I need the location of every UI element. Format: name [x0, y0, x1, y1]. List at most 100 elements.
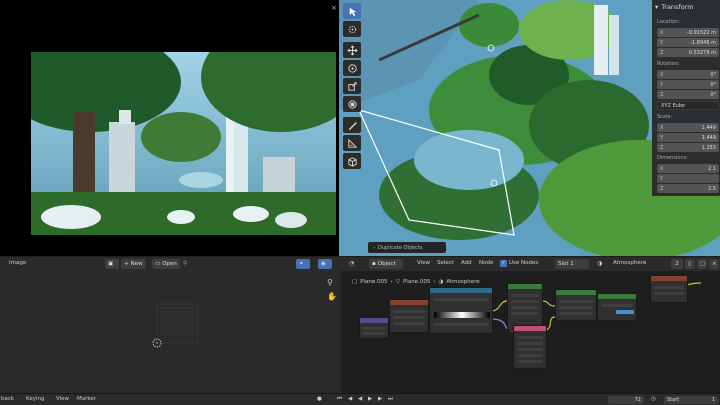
scale-x-field[interactable]: X 1.449	[657, 123, 719, 132]
rotate-icon[interactable]	[343, 60, 361, 76]
chevron-right-icon: ›	[390, 278, 393, 285]
location-x-field[interactable]: X -0.91522 m	[657, 28, 719, 37]
breadcrumb-mesh-icon: ▽	[395, 278, 400, 285]
chevron-down-icon: ▾	[655, 2, 659, 11]
image-menu[interactable]: Image	[9, 260, 26, 266]
jump-start-icon[interactable]: ⏮	[337, 396, 342, 403]
transform-icon[interactable]	[343, 96, 361, 112]
rotation-mode-select[interactable]: XYZ Euler	[657, 101, 719, 110]
node-mapping[interactable]	[359, 317, 389, 339]
new-image-button[interactable]: + New	[121, 259, 146, 269]
unlink-icon[interactable]: ×	[709, 259, 719, 269]
node-math[interactable]	[513, 325, 547, 369]
render-view: ×	[0, 0, 339, 256]
keying-menu[interactable]: Keying	[26, 396, 44, 402]
editor-type-icon[interactable]: ◔	[349, 260, 354, 267]
breadcrumb-item[interactable]: Plane.005	[403, 279, 430, 285]
slot-select[interactable]: Slot 1	[555, 259, 589, 269]
scale-z-field[interactable]: Z 1.253	[657, 143, 719, 152]
node-texture-coordinate[interactable]	[389, 299, 429, 333]
rotation-y-field[interactable]: Y 0°	[657, 80, 719, 89]
current-frame-field[interactable]: 72	[608, 396, 644, 404]
node-mix-shader[interactable]	[597, 293, 637, 321]
rotation-x-field[interactable]: X 0°	[657, 70, 719, 79]
select-icon[interactable]	[343, 3, 361, 19]
menu-select[interactable]: Select	[437, 260, 454, 266]
reverse-play-icon[interactable]: ◀	[358, 396, 362, 402]
start-frame-field[interactable]: Start 1	[664, 396, 718, 404]
breadcrumb-item[interactable]: Atmosphere	[446, 279, 479, 285]
node-volume-scatter[interactable]	[555, 289, 597, 321]
measure-icon[interactable]	[343, 135, 361, 151]
object-mode-select[interactable]: ▪ Object	[369, 259, 403, 269]
breadcrumb-item[interactable]: Plane.005	[360, 279, 387, 285]
breadcrumb-material-icon: ◑	[438, 278, 444, 285]
transform-panel-header[interactable]: ▾ Transform	[652, 0, 720, 13]
operator-name: Duplicate Objects	[378, 244, 423, 251]
use-nodes-label: Use Nodes	[509, 260, 539, 266]
image-editor-canvas[interactable]: ⚲ ✋	[0, 271, 341, 393]
breadcrumb-object-icon: ▢	[352, 278, 358, 285]
menu-node[interactable]: Node	[479, 260, 493, 266]
menu-view[interactable]: View	[417, 260, 430, 266]
folder-icon: ▭	[155, 261, 161, 267]
next-keyframe-icon[interactable]: ▶	[378, 396, 382, 402]
gizmo-toggle-icon[interactable]: ✦	[296, 259, 310, 269]
material-sphere-icon: ◑	[597, 260, 603, 267]
cursor-icon[interactable]	[343, 21, 361, 37]
node-material-output[interactable]	[650, 275, 688, 303]
record-icon[interactable]: ●	[317, 396, 322, 402]
location-y-field[interactable]: Y -1.8946 m	[657, 38, 719, 47]
image-browse-icon[interactable]: ▣	[105, 259, 119, 269]
fake-user-icon[interactable]: ▯	[685, 259, 695, 269]
chevron-right-icon: ›	[373, 244, 375, 251]
image-editor-header: Image ▣ + New ▭ Open ⚲ ✦ ◉	[0, 257, 341, 271]
location-label: Location:	[657, 19, 680, 25]
clock-icon[interactable]: ◷	[651, 396, 656, 402]
scale-y-field[interactable]: Y 1.449	[657, 133, 719, 142]
play-icon[interactable]: ▶	[368, 396, 372, 402]
rotation-label: Rotation:	[657, 61, 680, 67]
pan-hand-icon[interactable]: ✋	[327, 292, 337, 301]
duplicate-icon[interactable]: ▢	[697, 259, 707, 269]
transform-panel: ▾ Transform Location: X -0.91522 m Y -1.89…	[652, 0, 720, 196]
timeline-header: back Keying View Marker ● ⏮ ◀ ◀ ▶ ▶ ⏭ 72…	[0, 393, 720, 405]
object-icon: ▪	[372, 261, 376, 267]
zoom-icon[interactable]: ⚲	[327, 278, 333, 287]
close-icon[interactable]: ×	[331, 4, 337, 12]
breadcrumb: ▢ Plane.005 › ▽ Plane.005 › ◑ Atmosphere	[352, 277, 480, 286]
material-name[interactable]: Atmosphere	[613, 260, 646, 266]
scale-label: Scale:	[657, 114, 673, 120]
transform-title: Transform	[661, 2, 694, 11]
use-nodes-checkbox[interactable]: ✓	[500, 260, 507, 267]
menu-add[interactable]: Add	[461, 260, 472, 266]
material-user-count[interactable]: 2	[671, 259, 683, 269]
node-editor-canvas[interactable]	[341, 271, 720, 393]
dimensions-y-field[interactable]: Y	[657, 174, 719, 183]
dimensions-z-field[interactable]: Z 2.5	[657, 184, 719, 193]
playback-menu[interactable]: back	[1, 396, 14, 402]
prev-keyframe-icon[interactable]: ◀	[348, 396, 352, 402]
plus-icon: +	[124, 261, 129, 267]
mix-factor-slider[interactable]	[616, 310, 634, 314]
location-z-field[interactable]: Z 0.53278 m	[657, 48, 719, 57]
move-icon[interactable]	[343, 42, 361, 58]
color-ramp-gradient[interactable]	[434, 312, 490, 318]
add-cube-icon[interactable]	[343, 153, 361, 169]
annotate-icon[interactable]	[343, 117, 361, 133]
dimensions-label: Dimensions:	[657, 155, 688, 161]
last-operator-panel[interactable]: › Duplicate Objects	[368, 242, 446, 253]
rotation-z-field[interactable]: Z 0°	[657, 90, 719, 99]
open-image-button[interactable]: ▭ Open	[152, 259, 180, 269]
jump-end-icon[interactable]: ⏭	[388, 396, 393, 403]
overlay-toggle-icon[interactable]: ◉	[318, 259, 332, 269]
marker-menu[interactable]: Marker	[77, 396, 96, 402]
chevron-right-icon: ›	[433, 278, 436, 285]
scale-icon[interactable]	[343, 78, 361, 94]
dimensions-x-field[interactable]: X 2.1	[657, 164, 719, 173]
node-color-ramp[interactable]	[429, 287, 493, 334]
pin-icon[interactable]: ⚲	[183, 260, 187, 267]
view-menu[interactable]: View	[56, 396, 69, 402]
node-editor-header: ◔ ▪ Object View Select Add Node ✓ Use Nod…	[341, 257, 720, 271]
node-principled-bsdf[interactable]	[507, 283, 543, 331]
